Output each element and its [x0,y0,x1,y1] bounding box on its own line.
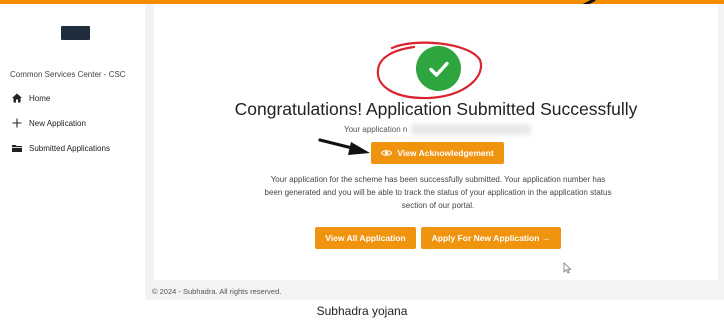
sidebar: Common Services Center - CSC Home New Ap… [0,4,145,300]
logo [61,26,90,40]
mouse-cursor-icon [563,262,572,274]
annotation-arrow [318,138,370,155]
view-all-application-button[interactable]: View All Application [315,227,416,249]
apply-new-application-button[interactable]: Apply For New Application → [421,227,561,249]
home-icon [11,92,23,104]
sidebar-item-new-application[interactable]: New Application [11,117,86,129]
image-caption: Subhadra yojana [316,304,408,318]
success-check-icon [416,46,461,91]
sidebar-item-home[interactable]: Home [11,92,50,104]
folder-icon [11,142,23,154]
success-message: Your application for the scheme has been… [264,175,612,210]
footer-copyright: © 2024 - Subhadra. All rights reserved. [152,287,282,296]
view-acknowledgement-label: View Acknowledgement [397,148,494,158]
application-number-redacted [411,124,531,135]
plus-icon [11,117,23,129]
sidebar-item-submitted-applications[interactable]: Submitted Applications [11,142,110,154]
eye-icon [381,149,393,157]
sidebar-item-label: Submitted Applications [29,143,110,153]
application-number-label: Your application n [344,125,408,134]
org-name: Common Services Center - CSC [10,70,126,79]
sidebar-item-label: New Application [29,118,86,128]
view-acknowledgement-button[interactable]: View Acknowledgement [371,142,504,164]
page-title: Congratulations! Application Submitted S… [234,99,638,119]
sidebar-item-label: Home [29,93,51,103]
